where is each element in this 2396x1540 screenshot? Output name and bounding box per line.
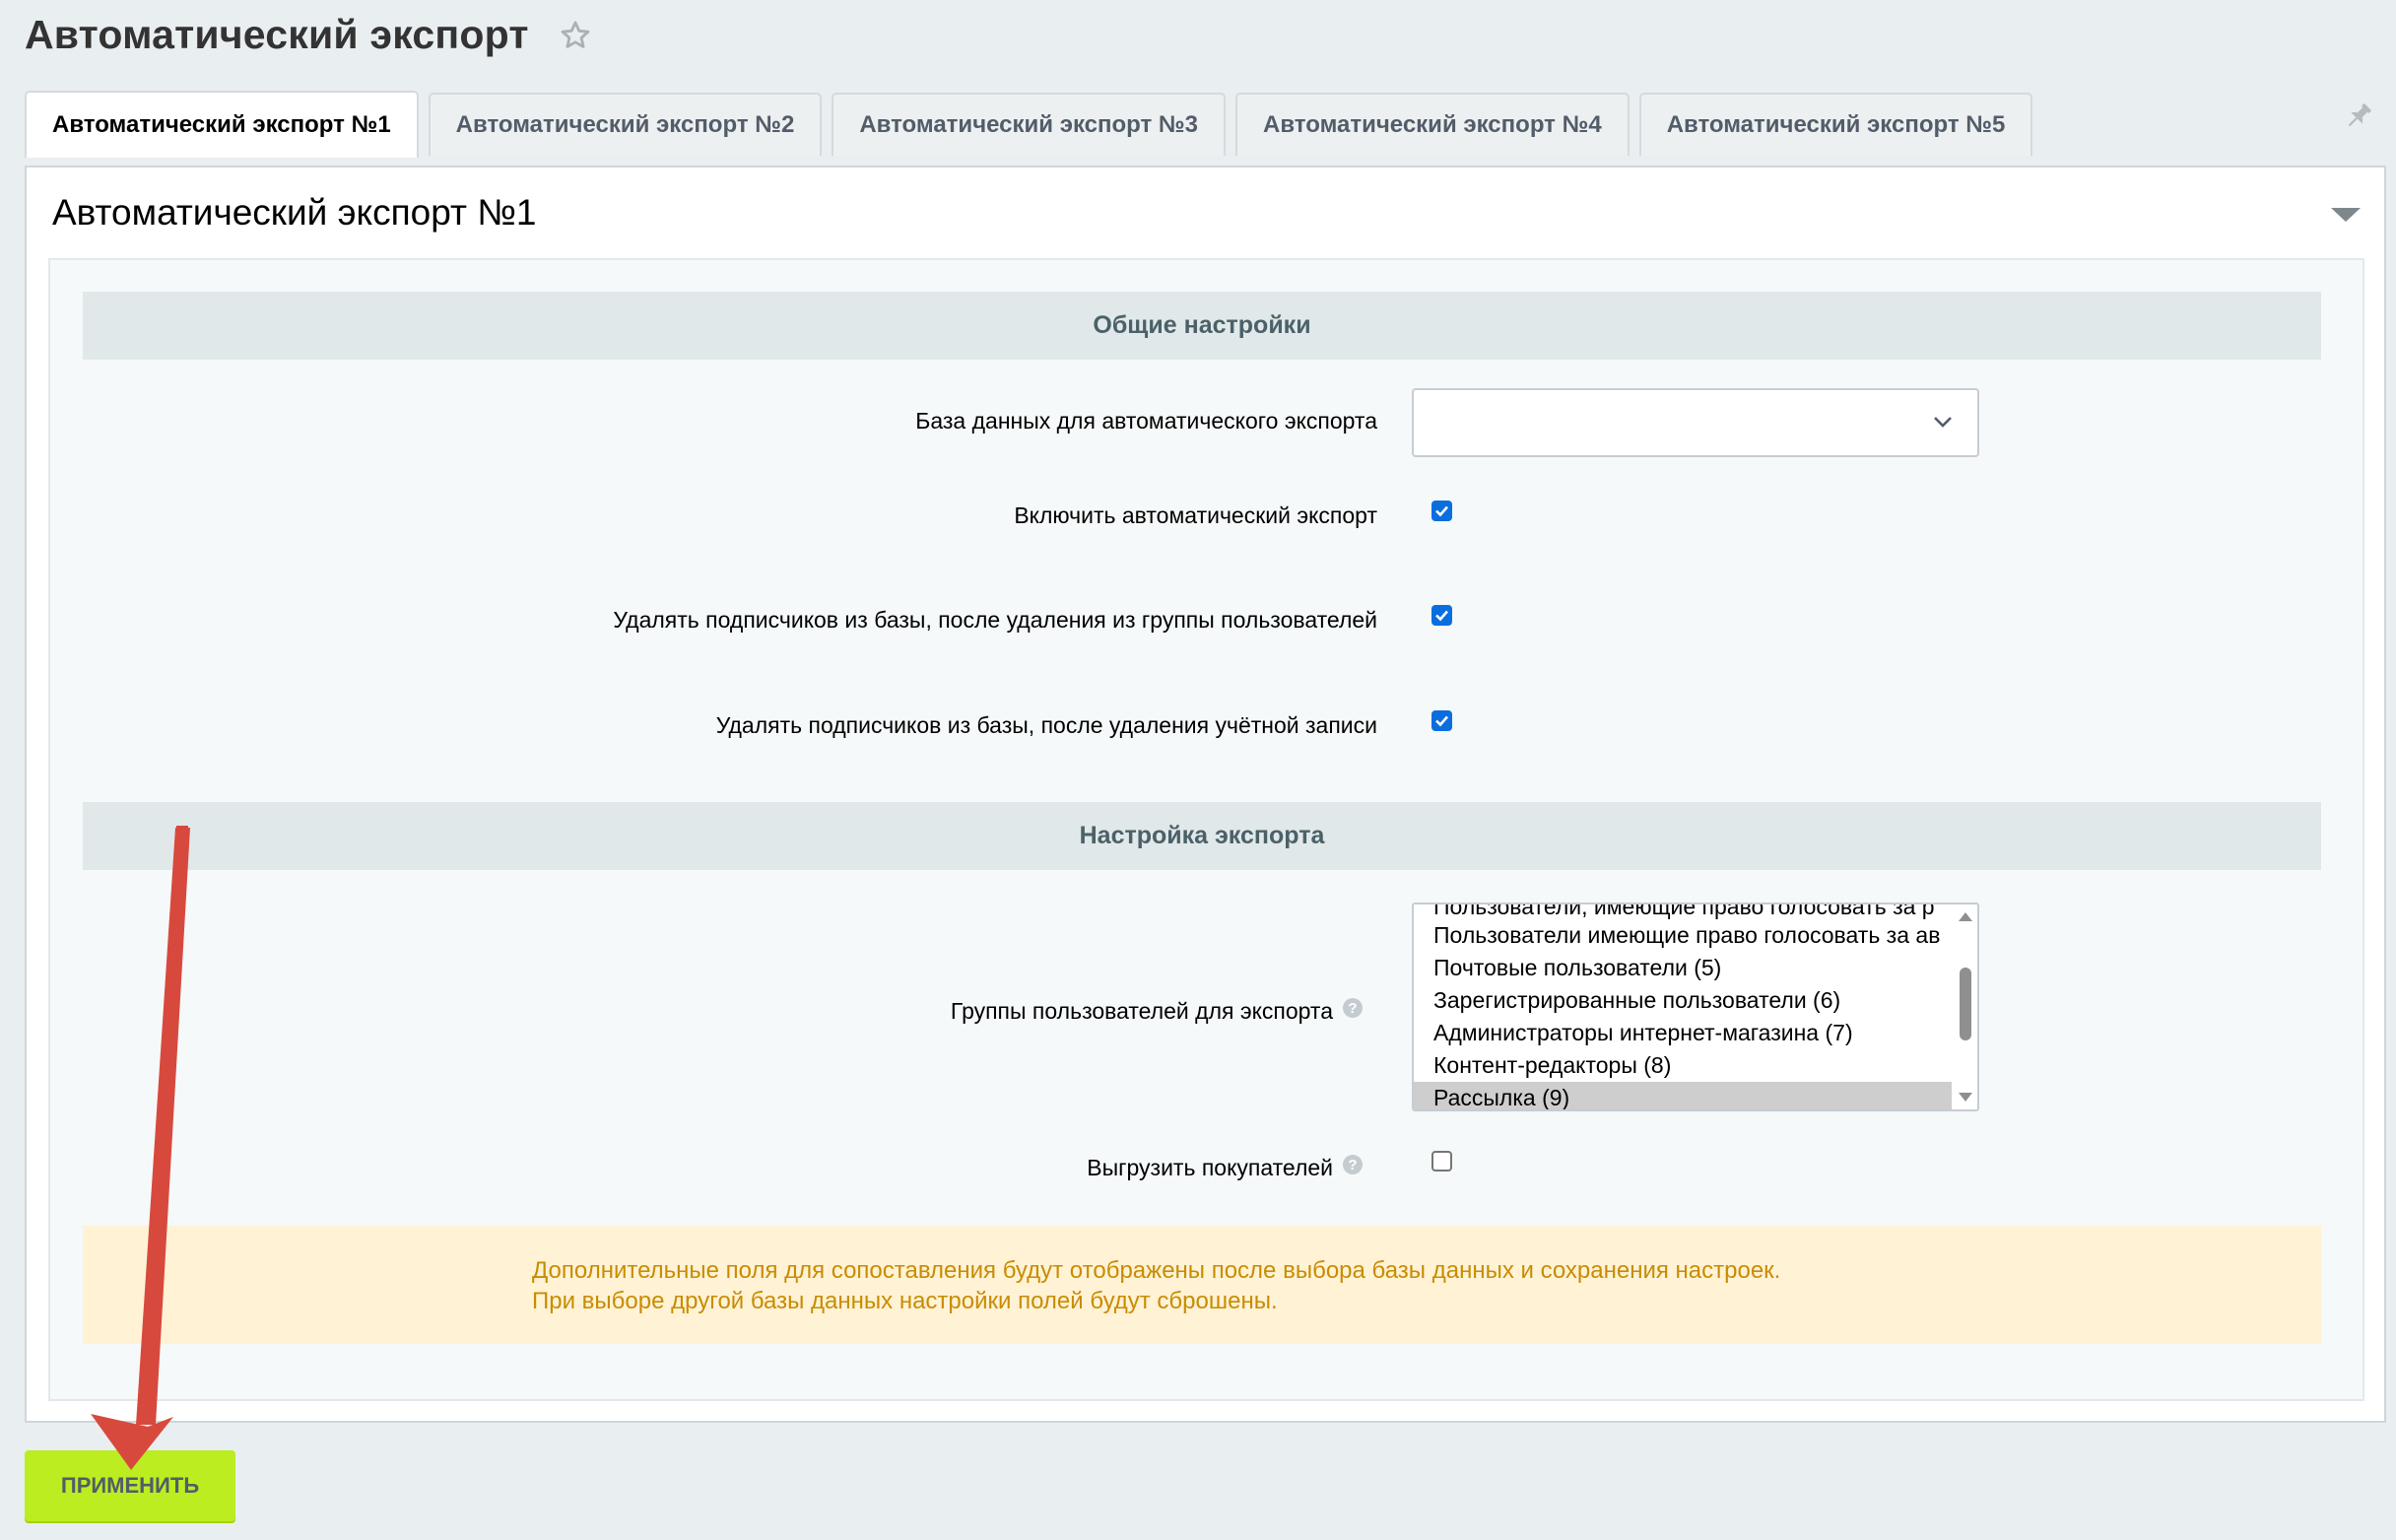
- scroll-down-icon[interactable]: [1958, 1092, 1973, 1104]
- buyers-checkbox[interactable]: [1431, 1151, 1452, 1172]
- database-row: База данных для автоматического экспорта: [83, 388, 2321, 457]
- chevron-down-icon: [1934, 417, 1952, 428]
- page-title-row: Автоматический экспорт: [25, 12, 592, 58]
- groups-row: Группы пользователей для экспорта ? Поль…: [83, 903, 2321, 1111]
- buyers-label: Выгрузить покупателей: [1087, 1155, 1333, 1180]
- scroll-up-icon[interactable]: [1958, 910, 1973, 922]
- scroll-thumb[interactable]: [1960, 968, 1971, 1040]
- info-notice: Дополнительные поля для сопоставления бу…: [83, 1226, 2321, 1344]
- checkmark-icon: [1435, 505, 1448, 517]
- enable-row: Включить автоматический экспорт: [83, 497, 2321, 536]
- tab-export-1[interactable]: Автоматический экспорт №1: [25, 91, 419, 158]
- enable-checkbox[interactable]: [1431, 501, 1452, 521]
- tab-bar: Автоматический экспорт №1 Автоматический…: [25, 89, 2033, 158]
- checkmark-icon: [1435, 715, 1448, 727]
- database-select[interactable]: [1412, 388, 1979, 457]
- tab-export-5[interactable]: Автоматический экспорт №5: [1638, 93, 2033, 156]
- listbox-item[interactable]: Пользователи имеющие право голосовать за…: [1414, 919, 1952, 952]
- delete-on-group-label: Удалять подписчиков из базы, после удале…: [613, 607, 1377, 633]
- delete-on-account-label: Удалять подписчиков из базы, после удале…: [715, 712, 1377, 738]
- listbox-item[interactable]: Почтовые пользователи (5): [1414, 952, 1952, 984]
- notice-line-2: При выборе другой базы данных настройки …: [532, 1288, 1278, 1314]
- enable-label: Включить автоматический экспорт: [1014, 502, 1377, 528]
- delete-on-account-checkbox[interactable]: [1431, 710, 1452, 731]
- page-title: Автоматический экспорт: [25, 12, 529, 57]
- card-title: Автоматический экспорт №1: [52, 192, 537, 233]
- star-icon[interactable]: [559, 19, 592, 52]
- apply-button[interactable]: ПРИМЕНИТЬ: [25, 1450, 235, 1521]
- delete-on-group-row: Удалять подписчиков из базы, после удале…: [83, 601, 2321, 640]
- card-body: Общие настройки База данных для автомати…: [48, 258, 2364, 1401]
- tab-export-3[interactable]: Автоматический экспорт №3: [832, 93, 1227, 156]
- page: Автоматический экспорт Автоматический эк…: [0, 0, 2396, 1540]
- section-header-export: Настройка экспорта: [83, 802, 2321, 870]
- delete-on-group-checkbox[interactable]: [1431, 605, 1452, 626]
- listbox-item[interactable]: Администраторы интернет-магазина (7): [1414, 1017, 1952, 1049]
- listbox-item[interactable]: Зарегистрированные пользователи (6): [1414, 984, 1952, 1017]
- listbox-item[interactable]: Контент-редакторы (8): [1414, 1049, 1952, 1082]
- section-header-general: Общие настройки: [83, 292, 2321, 360]
- database-label: База данных для автоматического экспорта: [915, 408, 1377, 434]
- triangle-down-icon[interactable]: [2329, 203, 2363, 225]
- buyers-row: Выгрузить покупателей ?: [83, 1147, 2321, 1186]
- listbox-item-selected[interactable]: Рассылка (9): [1414, 1082, 1952, 1109]
- listbox-scrollbar[interactable]: [1952, 904, 1977, 1109]
- tab-export-2[interactable]: Автоматический экспорт №2: [428, 93, 823, 156]
- settings-card: Автоматический экспорт №1 Общие настройк…: [25, 166, 2386, 1423]
- help-icon[interactable]: ?: [1343, 1155, 1363, 1174]
- groups-listbox[interactable]: Пользователи, имеющие право голосовать з…: [1412, 903, 1979, 1111]
- groups-label: Группы пользователей для экспорта: [950, 998, 1333, 1024]
- tab-export-4[interactable]: Автоматический экспорт №4: [1235, 93, 1630, 156]
- help-icon[interactable]: ?: [1343, 998, 1363, 1018]
- card-header: Автоматический экспорт №1: [27, 167, 2384, 258]
- notice-line-1: Дополнительные поля для сопоставления бу…: [532, 1257, 1781, 1284]
- delete-on-account-row: Удалять подписчиков из базы, после удале…: [83, 706, 2321, 746]
- pin-icon[interactable]: [2343, 100, 2374, 132]
- checkmark-icon: [1435, 610, 1448, 622]
